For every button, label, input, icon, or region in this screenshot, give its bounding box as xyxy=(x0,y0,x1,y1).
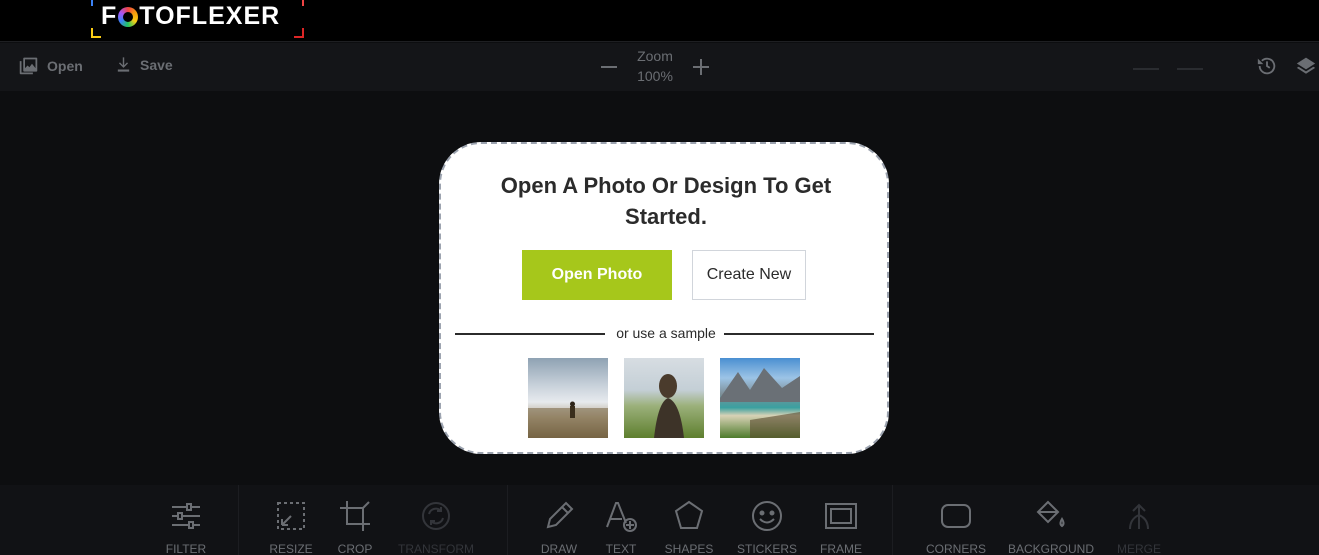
save-label: Save xyxy=(140,56,173,73)
pencil-icon xyxy=(546,501,574,529)
sample-thumbnail xyxy=(720,368,800,438)
crop-tool[interactable]: CROP xyxy=(310,499,400,555)
logo-letters: TOFLEXER xyxy=(139,2,281,30)
tool-label: DRAW xyxy=(540,542,578,555)
crop-icon xyxy=(340,501,370,531)
tool-label: FRAME xyxy=(820,542,862,555)
sample-thumbnail xyxy=(654,374,684,438)
merge-tool[interactable]: MERGE xyxy=(1094,499,1184,555)
divider-line xyxy=(455,333,605,335)
download-icon xyxy=(117,57,130,72)
tool-label: FILTER xyxy=(165,542,207,555)
tool-label: BACKGROUND xyxy=(1007,542,1094,555)
sample-divider-text: or use a sample xyxy=(616,325,716,341)
text-add-icon xyxy=(606,502,637,532)
tool-separator xyxy=(507,485,508,555)
background-tool[interactable]: BACKGROUND xyxy=(1006,499,1096,555)
tool-label: RESIZE xyxy=(269,542,313,555)
top-toolbar: Open Save Zoom 100% xyxy=(0,43,1319,91)
zoom-control: Zoom 100% xyxy=(600,46,710,88)
tool-label: TEXT xyxy=(605,542,637,555)
logo-wordmark: F TOFLEXER xyxy=(101,2,280,31)
merge-icon xyxy=(1129,503,1149,530)
corners-tool[interactable]: CORNERS xyxy=(911,499,1001,555)
undo-button[interactable] xyxy=(1133,68,1159,70)
tool-separator xyxy=(238,485,239,555)
redo-button[interactable] xyxy=(1177,68,1203,70)
save-button[interactable]: Save xyxy=(115,55,173,74)
fotoflexer-logo[interactable]: F TOFLEXER xyxy=(91,0,304,38)
logo-letter-f: F xyxy=(101,2,118,30)
aperture-icon xyxy=(118,6,139,27)
create-new-button[interactable]: Create New xyxy=(692,250,806,300)
app-header: F TOFLEXER xyxy=(0,0,1319,42)
rotate-icon xyxy=(422,502,450,530)
open-label: Open xyxy=(47,57,83,74)
filter-tool[interactable]: FILTER xyxy=(141,499,231,555)
pentagon-icon xyxy=(674,500,704,529)
frame-tool[interactable]: FRAME xyxy=(796,499,886,555)
zoom-out-button[interactable] xyxy=(600,58,618,76)
sliders-icon xyxy=(172,503,200,529)
tool-label: MERGE xyxy=(1116,542,1161,555)
tool-label: CROP xyxy=(337,542,373,555)
zoom-value: 100% xyxy=(637,68,673,84)
logo-corner xyxy=(294,28,304,38)
frame-icon xyxy=(825,503,857,529)
rounded-rect-icon xyxy=(941,504,971,528)
dialog-title: Open A Photo Or Design To Get Started. xyxy=(500,173,832,229)
sample-thumbnail xyxy=(528,401,608,438)
tool-label: TRANSFORM xyxy=(398,542,474,555)
logo-corner xyxy=(91,0,101,6)
zoom-label: Zoom xyxy=(637,48,673,64)
logo-corner xyxy=(294,0,304,6)
logo-corner xyxy=(91,28,101,38)
tool-label: STICKERS xyxy=(736,542,797,555)
sample-image-lake-mountains[interactable] xyxy=(720,358,800,438)
tool-separator xyxy=(892,485,893,555)
image-icon xyxy=(19,57,38,75)
tool-label: SHAPES xyxy=(664,542,714,555)
smiley-icon xyxy=(752,501,782,531)
history-icon[interactable] xyxy=(1256,55,1278,77)
transform-tool[interactable]: TRANSFORM xyxy=(391,499,481,555)
paint-bucket-icon xyxy=(1036,500,1065,528)
tools-bar: FILTER RESIZE CROP TRANSFORM DRAW TEXT S… xyxy=(0,485,1319,555)
resize-icon xyxy=(277,502,305,530)
divider-line xyxy=(724,333,874,335)
layers-icon[interactable] xyxy=(1296,55,1316,77)
sample-image-woman-field[interactable] xyxy=(624,358,704,438)
start-dialog: Open A Photo Or Design To Get Started. O… xyxy=(439,142,889,454)
open-button[interactable]: Open xyxy=(18,55,83,76)
tool-label: CORNERS xyxy=(925,542,986,555)
open-photo-button[interactable]: Open Photo xyxy=(522,250,672,300)
shapes-tool[interactable]: SHAPES xyxy=(644,499,734,555)
sample-image-mountain-fog[interactable] xyxy=(528,358,608,438)
zoom-in-button[interactable] xyxy=(692,58,710,76)
